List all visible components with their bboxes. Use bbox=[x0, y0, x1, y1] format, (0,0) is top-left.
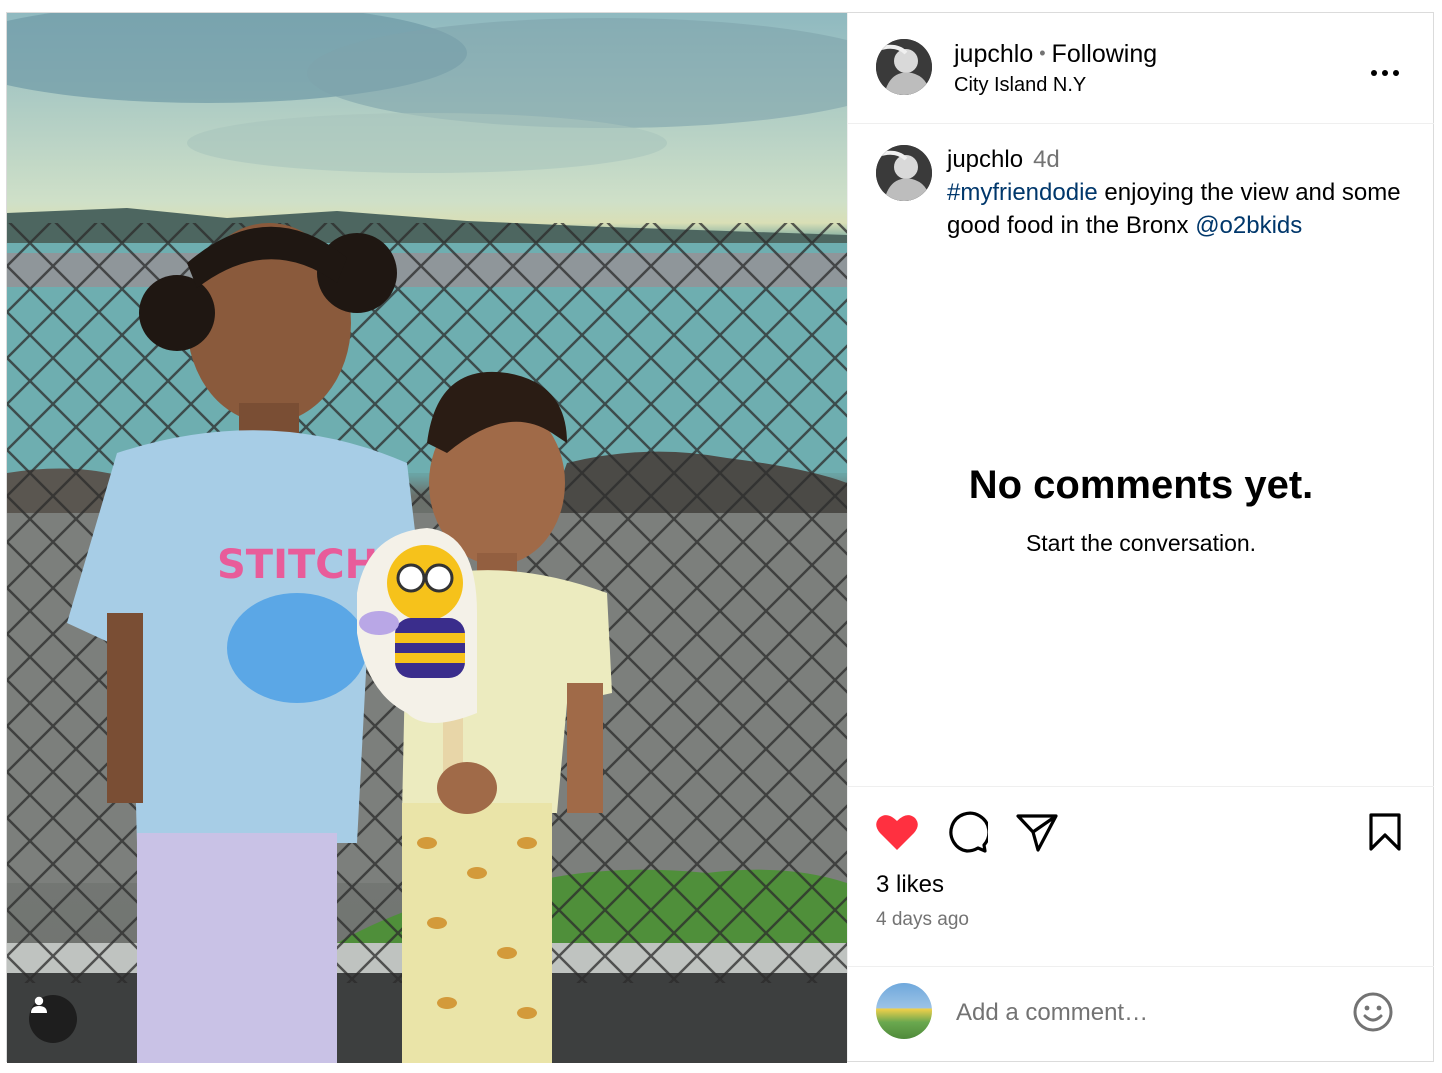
author-avatar[interactable] bbox=[876, 39, 932, 95]
post-side-panel: jupchlo • Following City Island N.Y jupchl… bbox=[847, 13, 1434, 1061]
caption-author-avatar[interactable] bbox=[876, 145, 932, 201]
post-location[interactable]: City Island N.Y bbox=[954, 74, 1086, 97]
comment-input[interactable] bbox=[954, 992, 1328, 1034]
save-button[interactable] bbox=[1362, 809, 1408, 855]
post-photo[interactable]: STITCH bbox=[7, 13, 847, 1063]
emoji-button[interactable] bbox=[1352, 991, 1394, 1033]
author-avatar-image bbox=[876, 39, 932, 95]
more-options-icon bbox=[1371, 70, 1399, 76]
comment-icon bbox=[949, 811, 988, 853]
empty-comments-subtitle: Start the conversation. bbox=[1025, 530, 1257, 556]
post-dialog: STITCH jupchlo • Following City Island N… bbox=[6, 12, 1434, 1063]
like-button[interactable] bbox=[874, 809, 920, 855]
empty-comments-title: No comments yet. bbox=[968, 463, 1314, 507]
photo-illustration: STITCH bbox=[7, 13, 847, 1063]
svg-text:STITCH: STITCH bbox=[217, 542, 378, 588]
separator-dot: • bbox=[1039, 43, 1046, 63]
share-icon bbox=[1016, 814, 1058, 852]
likes-count[interactable]: 3 likes bbox=[876, 871, 944, 899]
caption-mention[interactable]: @o2bkids bbox=[1195, 212, 1302, 239]
user-tag-button[interactable] bbox=[29, 995, 77, 1043]
heart-icon bbox=[876, 815, 918, 850]
comment-composer bbox=[848, 966, 1434, 1062]
caption-username[interactable]: jupchlo bbox=[947, 146, 1023, 173]
post-actions: 3 likes 4 days ago bbox=[848, 786, 1434, 967]
user-tag-icon bbox=[31, 996, 47, 1013]
share-button[interactable] bbox=[1014, 809, 1060, 855]
empty-comments: No comments yet. Start the conversation. bbox=[848, 463, 1434, 557]
caption-time[interactable]: 4d bbox=[1033, 146, 1060, 173]
follow-status-button[interactable]: Following bbox=[1052, 40, 1158, 68]
comment-button[interactable] bbox=[944, 809, 990, 855]
header-user-line: jupchlo • Following bbox=[954, 40, 1157, 69]
caption-hashtag[interactable]: #myfriendodie bbox=[947, 179, 1098, 206]
post-header: jupchlo • Following City Island N.Y bbox=[848, 13, 1434, 124]
emoji-icon bbox=[1353, 992, 1393, 1032]
post-timestamp[interactable]: 4 days ago bbox=[876, 909, 969, 931]
current-user-avatar bbox=[876, 983, 932, 1039]
more-options-button[interactable] bbox=[1370, 63, 1400, 77]
caption-text: jupchlo 4d #myfriendodie enjoying the vie… bbox=[947, 143, 1407, 242]
caption-avatar-image bbox=[876, 145, 932, 201]
header-username[interactable]: jupchlo bbox=[954, 40, 1033, 68]
bookmark-icon bbox=[1369, 813, 1401, 851]
